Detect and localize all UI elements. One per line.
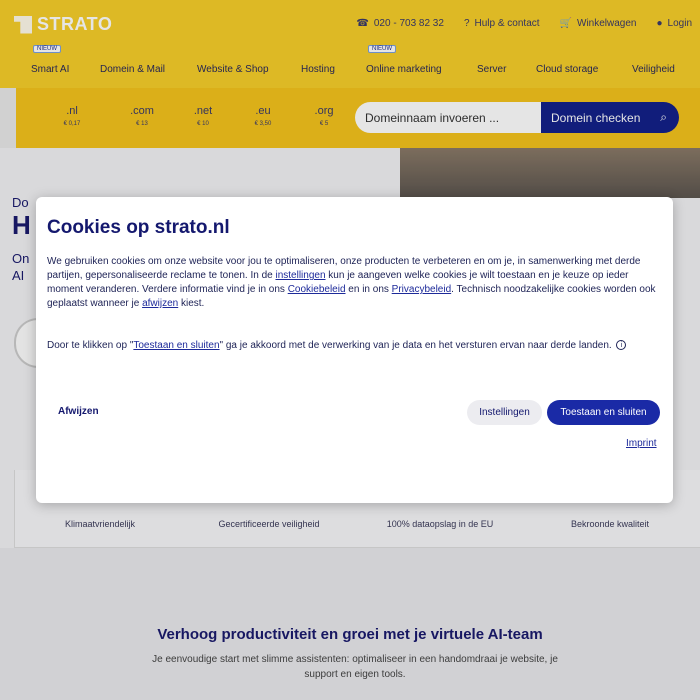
consent-text-part: Door te klikken op " bbox=[47, 340, 134, 351]
imprint-link[interactable]: Imprint bbox=[626, 438, 657, 449]
info-icon[interactable]: i bbox=[616, 340, 627, 351]
cookie-dialog-body: We gebruiken cookies om onze website voo… bbox=[47, 255, 663, 311]
settings-button[interactable]: Instellingen bbox=[467, 400, 542, 425]
settings-link[interactable]: instellingen bbox=[275, 270, 325, 281]
consent-text-part: " ga je akkoord met de verwerking van je… bbox=[219, 340, 612, 351]
body-text: en in ons bbox=[345, 284, 392, 295]
cookie-dialog: Cookies op strato.nl We gebruiken cookie… bbox=[36, 197, 673, 503]
reject-button[interactable]: Afwijzen bbox=[58, 406, 99, 417]
consent-text: Door te klikken op "Toestaan en sluiten"… bbox=[47, 340, 663, 351]
accept-button[interactable]: Toestaan en sluiten bbox=[547, 400, 660, 425]
accept-and-close-link[interactable]: Toestaan en sluiten bbox=[133, 340, 219, 351]
body-text: kiest. bbox=[178, 298, 205, 309]
cookie-dialog-title: Cookies op strato.nl bbox=[47, 217, 230, 238]
privacy-policy-link[interactable]: Privacybeleid bbox=[392, 284, 451, 295]
cookie-policy-link[interactable]: Cookiebeleid bbox=[288, 284, 346, 295]
reject-link[interactable]: afwijzen bbox=[142, 298, 178, 309]
